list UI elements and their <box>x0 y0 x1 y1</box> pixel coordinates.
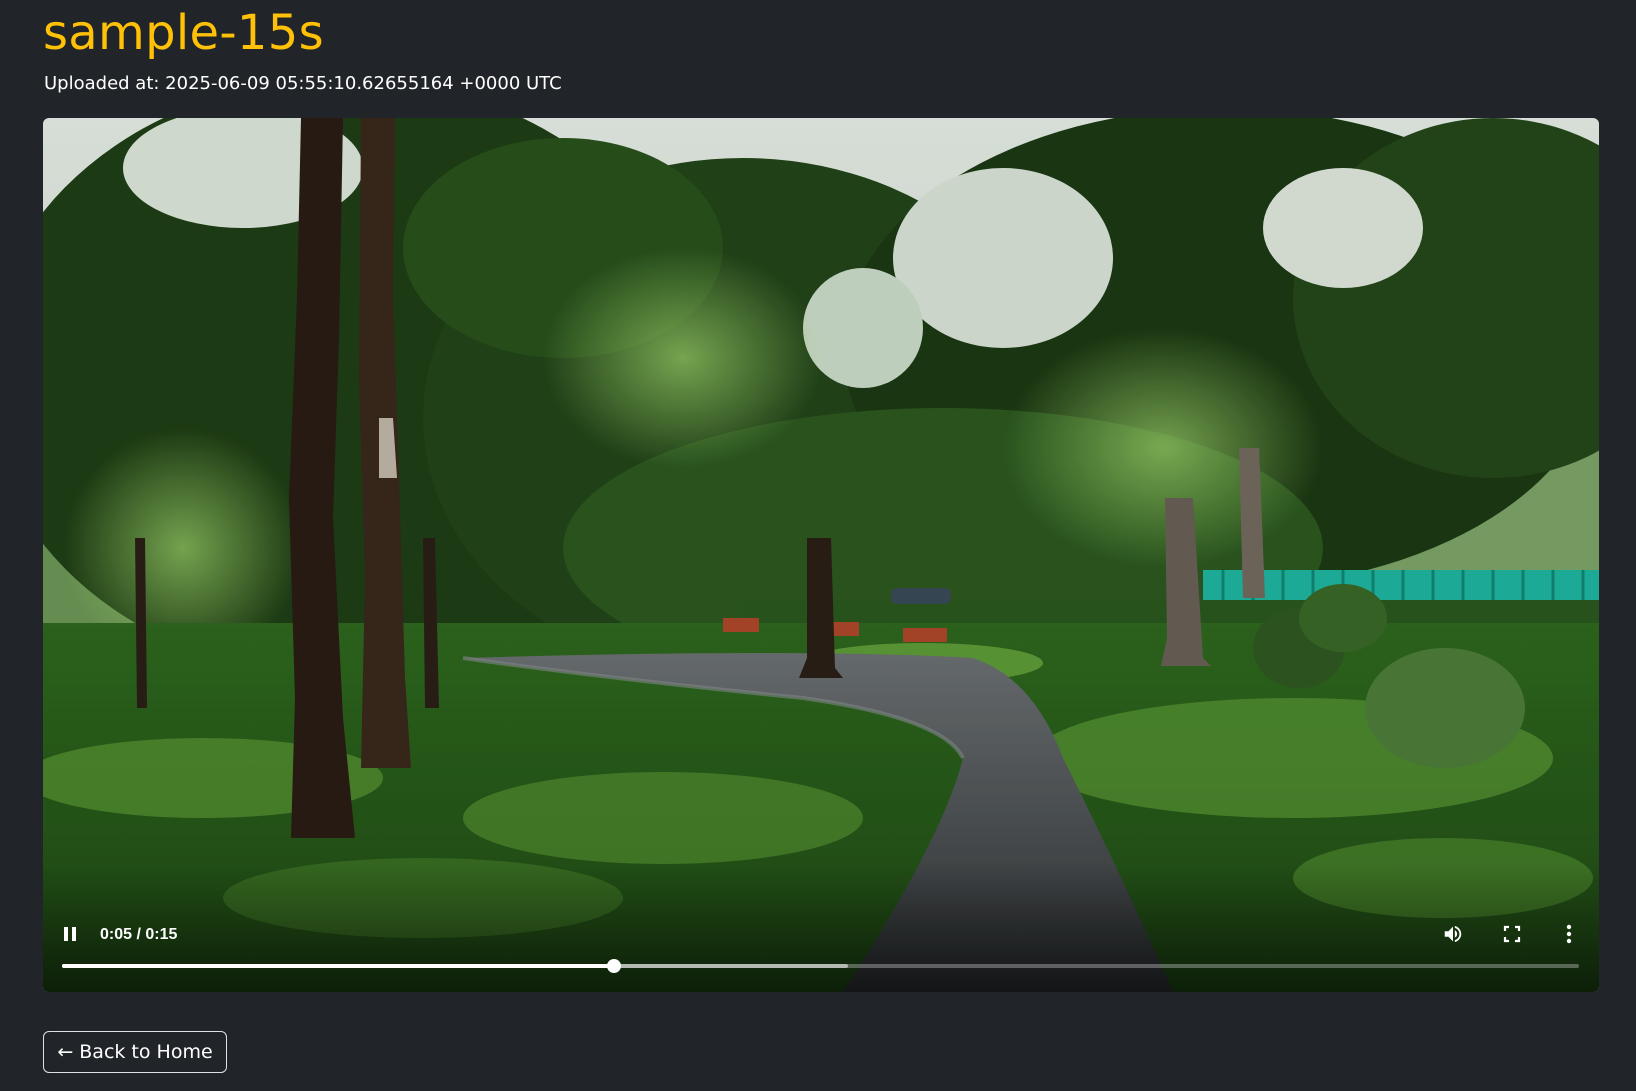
fullscreen-button[interactable] <box>1494 916 1530 952</box>
more-options-icon <box>1566 924 1572 944</box>
fullscreen-icon <box>1503 925 1521 943</box>
controls-overlay <box>43 862 1599 992</box>
pause-button[interactable] <box>52 916 88 952</box>
video-frame[interactable] <box>43 118 1599 992</box>
video-player[interactable]: 0:05 / 0:15 <box>43 118 1599 992</box>
back-arrow-icon: ← <box>57 1041 74 1063</box>
seek-progress <box>62 964 615 968</box>
seek-thumb[interactable] <box>607 959 622 973</box>
volume-icon <box>1444 925 1462 943</box>
time-display: 0:05 / 0:15 <box>100 926 178 943</box>
pause-icon <box>64 927 76 941</box>
page-title: sample-15s <box>43 5 324 61</box>
more-options-button[interactable] <box>1551 916 1587 952</box>
upload-timestamp: Uploaded at: 2025-06-09 05:55:10.6265516… <box>44 73 562 94</box>
seek-bar[interactable] <box>62 959 1579 973</box>
volume-button[interactable] <box>1435 916 1471 952</box>
back-to-home-button[interactable]: ← Back to Home <box>43 1031 227 1073</box>
back-to-home-label: Back to Home <box>79 1041 213 1063</box>
